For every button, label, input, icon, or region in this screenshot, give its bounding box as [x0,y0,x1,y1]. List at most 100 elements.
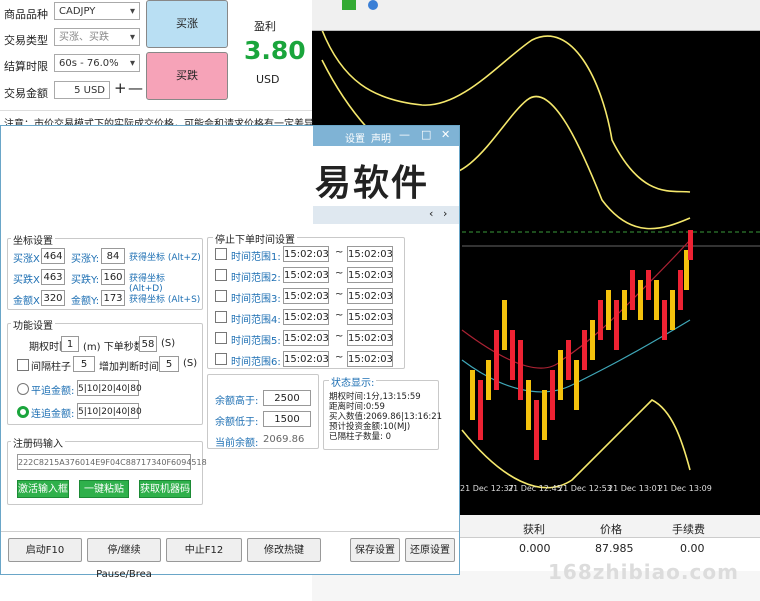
time-range-checkbox[interactable] [215,269,227,281]
paste-button[interactable]: 一键粘贴 [79,480,129,498]
time-to-input[interactable]: 15:02:03 [347,351,393,367]
time-range-checkbox[interactable] [215,311,227,323]
maximize-icon[interactable]: □ [421,128,431,141]
time-from-input[interactable]: 15:02:03 [283,288,329,304]
buy-down-button[interactable]: 买跌 [146,52,228,100]
chevron-left-icon[interactable]: ‹ [429,207,433,220]
time-range-checkbox[interactable] [215,248,227,260]
product-select[interactable]: CADJPY [54,2,140,21]
menu-settings[interactable]: 设置 [345,130,365,145]
candle [486,360,491,400]
time-from-input[interactable]: 15:02:03 [283,330,329,346]
chevron-right-icon[interactable]: › [443,207,447,220]
type-label: 交易类型 [4,34,48,47]
cell-fee: 0.00 [680,542,705,555]
type-select[interactable]: 买涨、买跌 [54,28,140,47]
stop-button[interactable]: 中止F12 [166,538,242,562]
seconds-input[interactable]: 58 [139,336,157,352]
coord-y-input[interactable]: 173 [101,290,125,306]
balance-low-input[interactable]: 1500 [263,411,311,427]
start-button[interactable]: 启动F10 [8,538,82,562]
pause-button[interactable]: 停/继续Pause/Brea [87,538,161,580]
chase-radio[interactable] [17,406,29,418]
balance-high-input[interactable]: 2500 [263,390,311,406]
candle [678,270,683,310]
flat-radio[interactable] [17,383,29,395]
time-range-checkbox[interactable] [215,332,227,344]
time-range-checkbox[interactable] [215,290,227,302]
candle [470,370,475,420]
time-range-checkbox[interactable] [215,353,227,365]
coord-x-input[interactable]: 464 [41,248,65,264]
time-range-row: 时间范围6: 15:02:03 ~ 15:02:03 [213,349,403,368]
reg-group-title: 注册码输入 [11,435,65,450]
coord-x-label: 买跌X: [13,275,44,286]
time-from-input[interactable]: 15:02:03 [283,351,329,367]
tilde-separator: ~ [335,289,344,300]
coord-x-input[interactable]: 320 [41,290,65,306]
minimize-icon[interactable]: — [399,128,410,141]
close-icon[interactable]: ✕ [441,128,450,141]
menu-statement[interactable]: 声明 [371,130,391,145]
chase-input[interactable]: 5|10|20|40|80 [77,403,142,419]
seconds-unit: (S) [161,338,176,349]
time-to-input[interactable]: 15:02:03 [347,288,393,304]
time-to-input[interactable]: 15:02:03 [347,246,393,262]
time-to-input[interactable]: 15:02:03 [347,267,393,283]
time-label: 21 Dec 12:53 [558,484,612,493]
time-range-label: 时间范围4: [231,315,281,326]
restore-settings-button[interactable]: 还原设置 [405,538,455,562]
brand-banner: 易软件 [313,146,459,206]
time-range-label: 时间范围2: [231,273,281,284]
time-range-label: 时间范围1: [231,252,281,263]
coord-x-input[interactable]: 463 [41,269,65,285]
status-group-title: 状态显示: [329,374,377,389]
candles [470,230,693,460]
interval-input[interactable]: 5 [73,356,95,372]
time-range-row: 时间范围4: 15:02:03 ~ 15:02:03 [213,307,403,326]
candle [526,380,531,430]
time-to-input[interactable]: 15:02:03 [347,330,393,346]
tilde-separator: ~ [335,331,344,342]
candle [688,230,693,260]
time-from-input[interactable]: 15:02:03 [283,246,329,262]
expiry-select[interactable]: 60s - 76.0% [54,54,140,73]
activate-input-button[interactable]: 激活输入框 [17,480,69,498]
candle [494,330,499,390]
buy-up-button[interactable]: 买涨 [146,0,228,48]
amount-input[interactable]: 5 USD [54,81,110,99]
add-judge-input[interactable]: 5 [159,356,179,372]
hotkey-button[interactable]: 修改热键 [247,538,321,562]
time-from-input[interactable]: 15:02:03 [283,309,329,325]
candle [598,300,603,340]
profit-value: 3.80 [244,36,306,65]
coord-y-input[interactable]: 160 [101,269,125,285]
candle [510,330,515,380]
candle [638,280,643,320]
candle [478,380,483,440]
time-range-row: 时间范围2: 15:02:03 ~ 15:02:03 [213,265,403,284]
time-to-input[interactable]: 15:02:03 [347,309,393,325]
tilde-separator: ~ [335,247,344,258]
time-from-input[interactable]: 15:02:03 [283,267,329,283]
get-coord-button[interactable]: 获得坐标 (Alt+Z) [129,250,201,263]
coord-y-input[interactable]: 84 [101,248,125,264]
settings-window: 设置 声明 — □ ✕ 易软件 ‹ › 坐标设置 买涨X: 464 买涨Y: 8… [0,125,460,575]
get-machine-code-button[interactable]: 获取机器码 [139,480,191,498]
flat-input[interactable]: 5|10|20|40|80 [77,380,142,396]
tilde-separator: ~ [335,310,344,321]
get-coord-button[interactable]: 获得坐标 (Alt+S) [129,292,200,305]
minus-icon[interactable]: — [128,79,143,97]
candle [518,340,523,400]
candle [662,300,667,340]
plus-icon[interactable] [342,0,356,10]
refresh-icon[interactable] [368,0,378,10]
bollinger-lower [461,399,691,489]
reg-code-input[interactable]: 222C8215A376014E9F04C88717340F6094518 [17,454,207,470]
add-judge-label: 增加判断时间 [99,362,159,373]
interval-checkbox[interactable] [17,359,29,371]
save-settings-button[interactable]: 保存设置 [350,538,400,562]
candle [542,390,547,440]
expiry-input[interactable]: 1 [61,336,79,352]
plus-icon[interactable]: + [114,79,127,97]
